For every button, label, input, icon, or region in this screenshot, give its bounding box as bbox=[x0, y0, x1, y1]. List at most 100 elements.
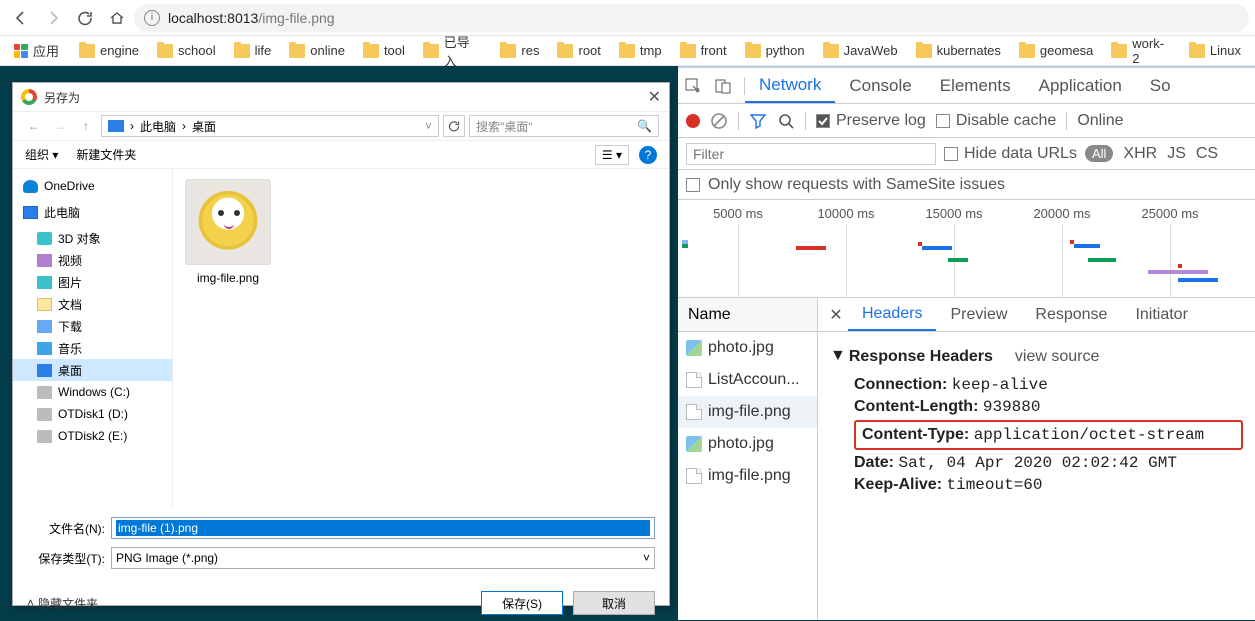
inspect-icon[interactable] bbox=[684, 77, 714, 95]
tree-icon bbox=[37, 342, 52, 355]
detail-tab-headers[interactable]: Headers bbox=[848, 298, 936, 331]
bookmark-label: work-2 bbox=[1132, 36, 1171, 66]
request-name: img-file.png bbox=[708, 403, 791, 421]
tree-node[interactable]: 文档 bbox=[13, 293, 172, 315]
devtools-tab-elements[interactable]: Elements bbox=[926, 68, 1025, 103]
chevron-icon: ˄ bbox=[27, 596, 34, 610]
tree-node[interactable]: 图片 bbox=[13, 271, 172, 293]
request-row[interactable]: photo.jpg bbox=[678, 428, 817, 460]
hide-data-urls-checkbox[interactable]: Hide data URLs bbox=[944, 145, 1077, 163]
detail-tab-initiator[interactable]: Initiator bbox=[1121, 298, 1201, 331]
detail-tab-response[interactable]: Response bbox=[1021, 298, 1121, 331]
tree-node[interactable]: 视频 bbox=[13, 249, 172, 271]
filter-pill-cs[interactable]: CS bbox=[1196, 145, 1218, 163]
filename-label: 文件名(N): bbox=[27, 520, 105, 537]
header-row: Keep-Alive: timeout=60 bbox=[854, 476, 1243, 494]
request-row[interactable]: ListAccoun... bbox=[678, 364, 817, 396]
view-menu[interactable]: ☰ ▾ bbox=[595, 145, 629, 165]
site-info-icon[interactable]: i bbox=[144, 10, 160, 26]
close-details-icon[interactable]: ✕ bbox=[824, 305, 848, 325]
dialog-toolbar: 组织 ▾ 新建文件夹 ☰ ▾ ? bbox=[13, 141, 669, 169]
devtools-tab-network[interactable]: Network bbox=[745, 68, 835, 103]
record-button[interactable] bbox=[686, 114, 700, 128]
tree-node[interactable]: 此电脑 bbox=[13, 201, 172, 223]
cancel-button[interactable]: 取消 bbox=[573, 591, 655, 615]
request-row[interactable]: img-file.png bbox=[678, 460, 817, 492]
devtools-tab-application[interactable]: Application bbox=[1025, 68, 1136, 103]
filename-field bbox=[116, 520, 650, 536]
filter-pill-all[interactable]: All bbox=[1085, 145, 1113, 162]
timeline-tick: 20000 ms bbox=[1033, 206, 1090, 221]
tree-icon bbox=[37, 298, 52, 311]
response-headers-section[interactable]: ▼Response Headersview source bbox=[830, 348, 1243, 366]
chevron-down-icon: ˅ bbox=[643, 551, 650, 565]
request-list-header: Name bbox=[678, 298, 817, 332]
filetype-label: 保存类型(T): bbox=[27, 550, 105, 567]
devtools-tabs: NetworkConsoleElementsApplicationSo bbox=[678, 68, 1255, 104]
refresh-button[interactable] bbox=[443, 115, 465, 137]
tree-node[interactable]: Windows (C:) bbox=[13, 381, 172, 403]
back-button[interactable] bbox=[6, 3, 36, 33]
crumb-2[interactable]: 桌面 bbox=[192, 118, 216, 135]
bookmark-label: life bbox=[255, 43, 272, 58]
throttling-select[interactable]: Online bbox=[1077, 112, 1123, 130]
disable-cache-checkbox[interactable]: Disable cache bbox=[936, 112, 1057, 130]
clear-button[interactable] bbox=[710, 112, 728, 130]
help-icon[interactable]: ? bbox=[639, 146, 657, 164]
tree-label: 此电脑 bbox=[44, 204, 80, 221]
tree-label: 文档 bbox=[58, 296, 82, 313]
header-row: Content-Length: 939880 bbox=[854, 398, 1243, 416]
filetype-select[interactable]: PNG Image (*.png)˅ bbox=[111, 547, 655, 569]
dialog-file-area[interactable]: img-file.png bbox=[173, 169, 669, 509]
tree-node[interactable]: OTDisk1 (D:) bbox=[13, 403, 172, 425]
search-icon[interactable] bbox=[777, 112, 795, 130]
dlg-search-input[interactable]: 搜索"桌面"🔍 bbox=[469, 115, 659, 137]
file-thumbnail[interactable]: img-file.png bbox=[183, 179, 273, 285]
dialog-button-row: ˄隐藏文件夹 保存(S) 取消 bbox=[13, 585, 669, 621]
tree-node[interactable]: 桌面 bbox=[13, 359, 172, 381]
filename-input[interactable] bbox=[111, 517, 655, 539]
detail-tab-preview[interactable]: Preview bbox=[936, 298, 1021, 331]
filter-input[interactable] bbox=[686, 143, 936, 165]
tree-node[interactable]: 下载 bbox=[13, 315, 172, 337]
timeline-tick: 5000 ms bbox=[713, 206, 763, 221]
filter-icon[interactable] bbox=[749, 112, 767, 130]
bookmark-label: 已导入 bbox=[444, 32, 483, 70]
close-icon[interactable]: ✕ bbox=[648, 87, 661, 107]
new-folder-button[interactable]: 新建文件夹 bbox=[76, 146, 136, 163]
file-icon bbox=[686, 372, 702, 388]
tree-label: OTDisk1 (D:) bbox=[58, 407, 128, 421]
organize-menu[interactable]: 组织 ▾ bbox=[25, 146, 58, 163]
bookmark-label: school bbox=[178, 43, 216, 58]
address-bar[interactable]: i localhost:8013/img-file.png bbox=[134, 4, 1249, 32]
samesite-checkbox[interactable]: Only show requests with SameSite issues bbox=[686, 176, 1005, 194]
bookmark-label: engine bbox=[100, 43, 139, 58]
tree-node[interactable]: 音乐 bbox=[13, 337, 172, 359]
network-timeline[interactable]: 5000 ms10000 ms15000 ms20000 ms25000 ms bbox=[678, 200, 1255, 298]
crumb-1[interactable]: 此电脑 bbox=[140, 118, 176, 135]
tree-node[interactable]: OneDrive bbox=[13, 175, 172, 197]
devtools-tab-so[interactable]: So bbox=[1136, 68, 1185, 103]
tree-node[interactable]: 3D 对象 bbox=[13, 227, 172, 249]
filter-pill-xhr[interactable]: XHR bbox=[1123, 145, 1157, 163]
filter-pill-js[interactable]: JS bbox=[1167, 145, 1186, 163]
breadcrumb[interactable]: › 此电脑 › 桌面 ˅ bbox=[101, 115, 439, 137]
dlg-forward-button[interactable]: → bbox=[49, 119, 71, 133]
hide-folders-toggle[interactable]: ˄隐藏文件夹 bbox=[27, 595, 98, 612]
save-button[interactable]: 保存(S) bbox=[481, 591, 563, 615]
apps-shortcut[interactable]: 应用 bbox=[6, 38, 67, 63]
tree-node[interactable]: OTDisk2 (E:) bbox=[13, 425, 172, 447]
dlg-back-button[interactable]: ← bbox=[23, 119, 45, 133]
tree-icon bbox=[37, 364, 52, 377]
preserve-log-checkbox[interactable]: Preserve log bbox=[816, 112, 926, 130]
devtools-tab-console[interactable]: Console bbox=[835, 68, 925, 103]
device-toggle-icon[interactable] bbox=[714, 77, 744, 95]
request-row[interactable]: img-file.png bbox=[678, 396, 817, 428]
dlg-up-button[interactable]: ↑ bbox=[75, 119, 97, 133]
request-row[interactable]: photo.jpg bbox=[678, 332, 817, 364]
bookmark-label: online bbox=[310, 43, 345, 58]
view-source-link[interactable]: view source bbox=[1015, 348, 1099, 365]
forward-button[interactable] bbox=[38, 3, 68, 33]
tree-icon bbox=[37, 386, 52, 399]
tree-label: OTDisk2 (E:) bbox=[58, 429, 127, 443]
